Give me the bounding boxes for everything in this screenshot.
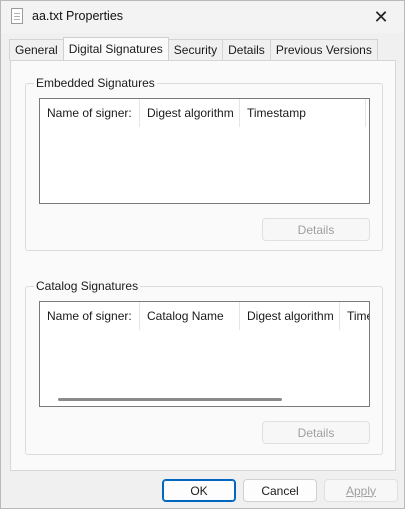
- embedded-signatures-group: Embedded Signatures Name of signer: Dige…: [25, 76, 383, 251]
- column-header-name-of-signer[interactable]: Name of signer:: [40, 302, 140, 330]
- column-header-digest-algorithm[interactable]: Digest algorithm: [140, 99, 240, 127]
- scrollbar-thumb[interactable]: [58, 398, 282, 401]
- title-bar: aa.txt Properties ✕: [1, 1, 404, 33]
- tab-strip: General Digital Signatures Security Deta…: [9, 37, 378, 60]
- properties-dialog: aa.txt Properties ✕ General Digital Sign…: [0, 0, 405, 509]
- close-icon: ✕: [373, 6, 389, 27]
- tab-digital-signatures[interactable]: Digital Signatures: [62, 37, 169, 60]
- column-header-name-of-signer[interactable]: Name of signer:: [40, 99, 140, 127]
- catalog-details-button[interactable]: Details: [262, 421, 370, 444]
- catalog-signatures-list[interactable]: Name of signer: Catalog Name Digest algo…: [39, 301, 370, 407]
- embedded-details-button[interactable]: Details: [262, 218, 370, 241]
- apply-button[interactable]: Apply: [324, 479, 398, 502]
- cancel-button[interactable]: Cancel: [243, 479, 317, 502]
- window-title: aa.txt Properties: [32, 9, 124, 23]
- tab-details[interactable]: Details: [222, 39, 271, 60]
- tab-general[interactable]: General: [9, 39, 64, 60]
- text-file-icon: [11, 8, 23, 24]
- group-title-embedded: Embedded Signatures: [34, 76, 157, 90]
- tab-previous-versions[interactable]: Previous Versions: [269, 39, 378, 60]
- tab-security[interactable]: Security: [167, 39, 224, 60]
- tab-panel: Embedded Signatures Name of signer: Dige…: [10, 60, 396, 471]
- group-title-catalog: Catalog Signatures: [34, 279, 141, 293]
- column-header-time[interactable]: Time: [340, 302, 369, 330]
- close-button[interactable]: ✕: [358, 1, 404, 33]
- column-header-digest-algorithm[interactable]: Digest algorithm: [240, 302, 340, 330]
- column-header-timestamp[interactable]: Timestamp: [240, 99, 366, 127]
- catalog-signatures-group: Catalog Signatures Name of signer: Catal…: [25, 279, 383, 455]
- horizontal-scrollbar[interactable]: [40, 392, 369, 406]
- column-header-catalog-name[interactable]: Catalog Name: [140, 302, 240, 330]
- ok-button[interactable]: OK: [162, 479, 236, 502]
- embedded-signatures-list[interactable]: Name of signer: Digest algorithm Timesta…: [39, 98, 370, 204]
